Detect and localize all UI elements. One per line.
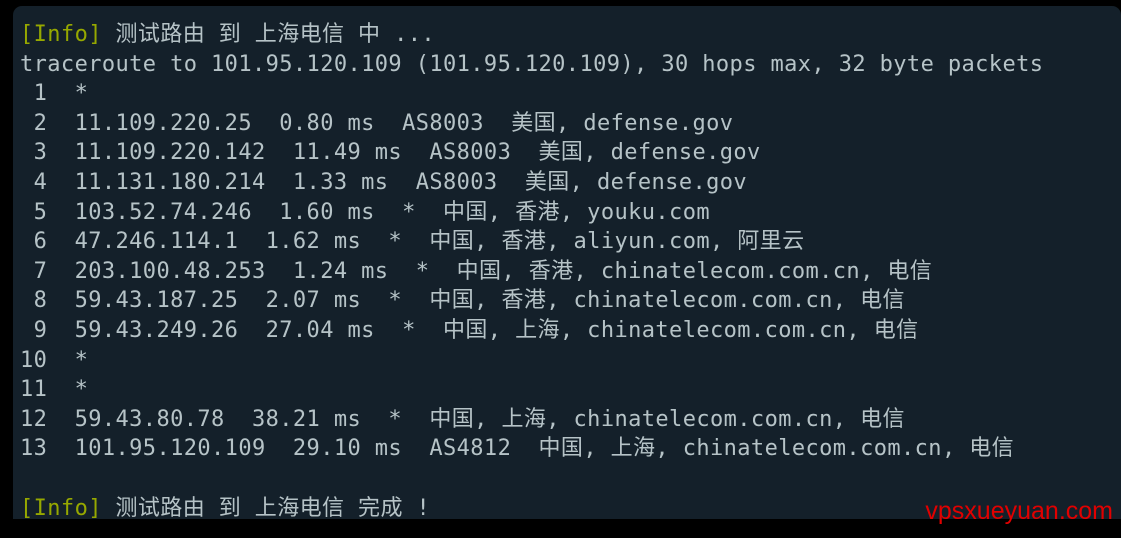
- screenshot-root: [Info] 测试路由 到 上海电信 中 ... traceroute to 1…: [0, 0, 1121, 538]
- hop-row: 2 11.109.220.25 0.80 ms AS8003 美国, defen…: [20, 110, 734, 136]
- site-watermark: vpsxueyuan.com: [925, 497, 1113, 525]
- hop-row: 6 47.246.114.1 1.62 ms * 中国, 香港, aliyun.…: [20, 229, 805, 255]
- hop-row: 5 103.52.74.246 1.60 ms * 中国, 香港, youku.…: [20, 199, 710, 225]
- hop-row: 9 59.43.249.26 27.04 ms * 中国, 上海, chinat…: [20, 317, 919, 343]
- terminal-window[interactable]: [Info] 测试路由 到 上海电信 中 ... traceroute to 1…: [13, 6, 1121, 519]
- info-message: 测试路由 到 上海电信 完成 !: [101, 495, 431, 520]
- hop-row: 12 59.43.80.78 38.21 ms * 中国, 上海, chinat…: [20, 406, 905, 432]
- info-tag: [Info]: [20, 495, 102, 520]
- info-tag: [Info]: [20, 22, 102, 47]
- hop-row: 3 11.109.220.142 11.49 ms AS8003 美国, def…: [20, 140, 761, 166]
- hop-row: 4 11.131.180.214 1.33 ms AS8003 美国, defe…: [20, 169, 748, 195]
- traceroute-banner: traceroute to 101.95.120.109 (101.95.120…: [20, 51, 1044, 77]
- terminal-output: [Info] 测试路由 到 上海电信 中 ... traceroute to 1…: [20, 20, 1121, 519]
- hop-row: 1 *: [20, 81, 89, 107]
- hop-row: 10 *: [20, 347, 89, 373]
- hop-row: 8 59.43.187.25 2.07 ms * 中国, 香港, chinate…: [20, 288, 905, 314]
- hop-row: 7 203.100.48.253 1.24 ms * 中国, 香港, china…: [20, 258, 933, 284]
- hop-row: 13 101.95.120.109 29.10 ms AS4812 中国, 上海…: [20, 436, 1015, 462]
- hop-row: 11 *: [20, 377, 89, 403]
- log-line-info-start: [Info] 测试路由 到 上海电信 中 ...: [20, 20, 1121, 50]
- info-message: 测试路由 到 上海电信 中 ...: [101, 22, 436, 47]
